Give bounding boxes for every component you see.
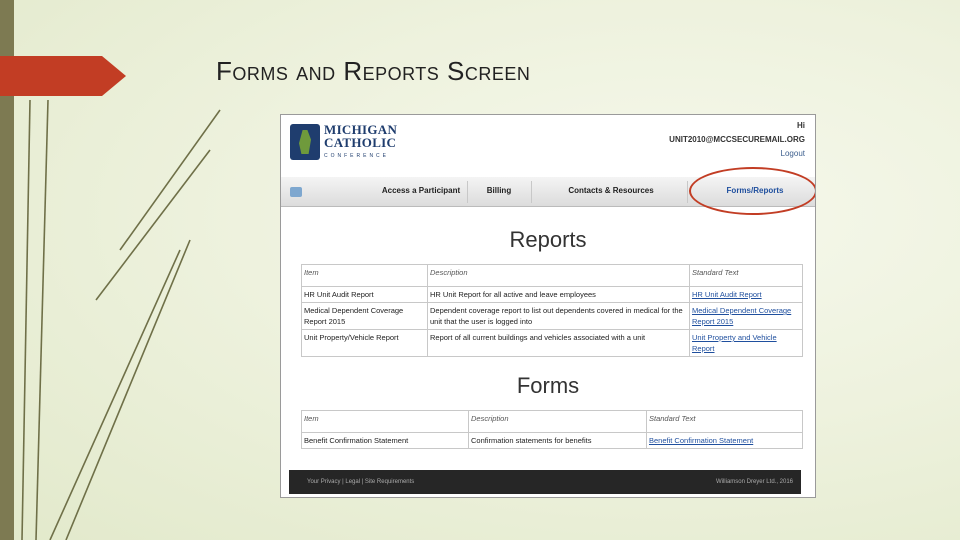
account-email: UNIT2010@MCCSECUREMAIL.ORG [669,135,805,144]
forms-heading: Forms [516,373,580,398]
table-header-row: Item Description Standard Text [301,410,803,433]
report-item: Medical Dependent Coverage Report 2015 [301,302,428,330]
report-link-cell: Medical Dependent Coverage Report 2015 [689,302,803,330]
table-row: Benefit Confirmation Statement Confirmat… [301,432,803,449]
logout-link[interactable]: Logout [669,147,805,161]
site-footer: Your Privacy | Legal | Site Requirements… [289,470,801,494]
michigan-logo-icon [290,124,320,160]
table-row: Unit Property/Vehicle Report Report of a… [301,329,803,357]
report-link-cell: Unit Property and Vehicle Report [689,329,803,357]
column-header: Item [301,264,428,287]
report-description: Dependent coverage report to list out de… [427,302,690,330]
form-description: Confirmation statements for benefits [468,432,647,449]
logo-name: MICHIGAN CATHOLIC [324,122,398,150]
report-link[interactable]: Medical Dependent Coverage Report 2015 [692,306,791,326]
footer-links[interactable]: Your Privacy | Legal | Site Requirements [307,470,414,494]
account-panel: Hi UNIT2010@MCCSECUREMAIL.ORG Logout [669,119,805,161]
form-link-cell: Benefit Confirmation Statement [646,432,803,449]
logo-subtitle: CONFERENCE [324,153,390,159]
slide-title: Forms and Reports Screen [216,56,531,86]
report-link[interactable]: HR Unit Audit Report [692,290,762,299]
column-header: Description [468,410,647,433]
footer-copyright: Williamson Dreyer Ltd., 2016 [715,479,793,485]
report-link[interactable]: Unit Property and Vehicle Report [692,333,777,353]
report-item: Unit Property/Vehicle Report [301,329,428,357]
greeting: Hi [797,121,805,130]
nav-divider [687,181,688,203]
logo[interactable]: MICHIGAN CATHOLIC CONFERENCE [290,123,408,163]
reports-table: Item Description Standard Text HR Unit A… [301,264,803,357]
website-screenshot: MICHIGAN CATHOLIC CONFERENCE Hi UNIT2010… [280,114,816,498]
report-item: HR Unit Audit Report [301,286,428,303]
nav-contacts-resources[interactable]: Contacts & Resources [541,177,681,207]
table-row: HR Unit Audit Report HR Unit Report for … [301,286,803,303]
nav-billing[interactable]: Billing [467,177,531,207]
forms-table: Item Description Standard Text Benefit C… [301,410,803,449]
home-icon[interactable] [290,187,302,197]
column-header: Description [427,264,690,287]
form-link[interactable]: Benefit Confirmation Statement [649,436,753,445]
column-header: Standard Text [646,410,803,433]
reports-heading: Reports [509,227,587,252]
form-item: Benefit Confirmation Statement [301,432,469,449]
report-description: HR Unit Report for all active and leave … [427,286,690,303]
table-row: Medical Dependent Coverage Report 2015 D… [301,302,803,330]
column-header: Standard Text [689,264,803,287]
report-link-cell: HR Unit Audit Report [689,286,803,303]
nav-divider [531,181,532,203]
column-header: Item [301,410,469,433]
report-description: Report of all current buildings and vehi… [427,329,690,357]
forms-reports-highlight-circle [689,167,815,215]
table-header-row: Item Description Standard Text [301,264,803,287]
